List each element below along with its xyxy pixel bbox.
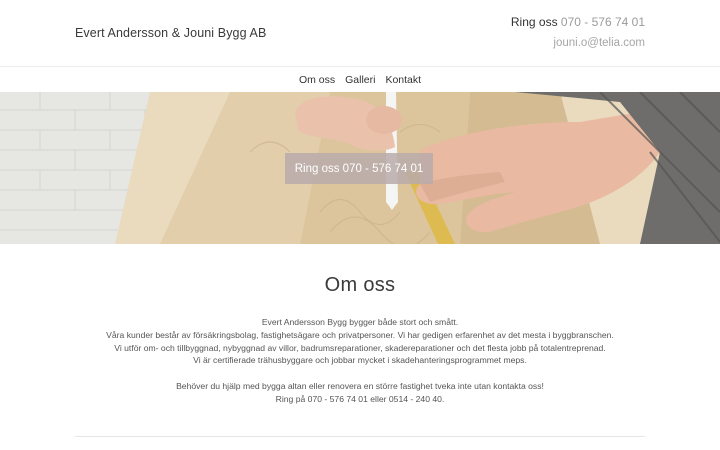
main-nav: Om oss Galleri Kontakt — [0, 66, 720, 92]
about-body: Evert Andersson Bygg bygger både stort o… — [0, 316, 720, 406]
about-line-2: Våra kunder består av försäkringsbolag, … — [106, 329, 614, 340]
about-title: Om oss — [324, 274, 396, 296]
site-brand[interactable]: Evert Andersson & Jouni Bygg AB — [75, 26, 266, 40]
phone-number[interactable]: 070 - 576 74 01 — [561, 15, 645, 29]
hero-banner: Ring oss 070 - 576 74 01 — [0, 92, 720, 244]
header-phone[interactable]: Ring oss 070 - 576 74 01 — [511, 15, 645, 29]
header-contact: Ring oss 070 - 576 74 01 jouni.o@telia.c… — [511, 15, 645, 50]
about-line-3: Vi utför om- och tillbyggnad, nybyggnad … — [114, 342, 606, 353]
nav-item-om-oss[interactable]: Om oss — [299, 74, 335, 86]
site-header: Evert Andersson & Jouni Bygg AB Ring oss… — [0, 0, 720, 66]
nav-list: Om oss Galleri Kontakt — [299, 67, 421, 86]
about-line-6: Ring på 070 - 576 74 01 eller 0514 - 240… — [275, 393, 445, 404]
section-divider — [75, 436, 645, 437]
header-email[interactable]: jouni.o@telia.com — [511, 36, 645, 50]
about-line-1: Evert Andersson Bygg bygger både stort o… — [261, 317, 459, 327]
about-line-5: Behöver du hjälp med bygga altan eller r… — [176, 380, 544, 391]
phone-label: Ring oss — [510, 15, 558, 29]
nav-item-galleri[interactable]: Galleri — [345, 74, 375, 86]
nav-item-kontakt[interactable]: Kontakt — [385, 74, 421, 86]
about-section: Om oss Evert Andersson Bygg bygger både … — [0, 244, 720, 406]
about-line-4: Vi är certifierade trähusbyggare och job… — [193, 355, 527, 366]
hero-call-button[interactable]: Ring oss 070 - 576 74 01 — [285, 153, 433, 184]
